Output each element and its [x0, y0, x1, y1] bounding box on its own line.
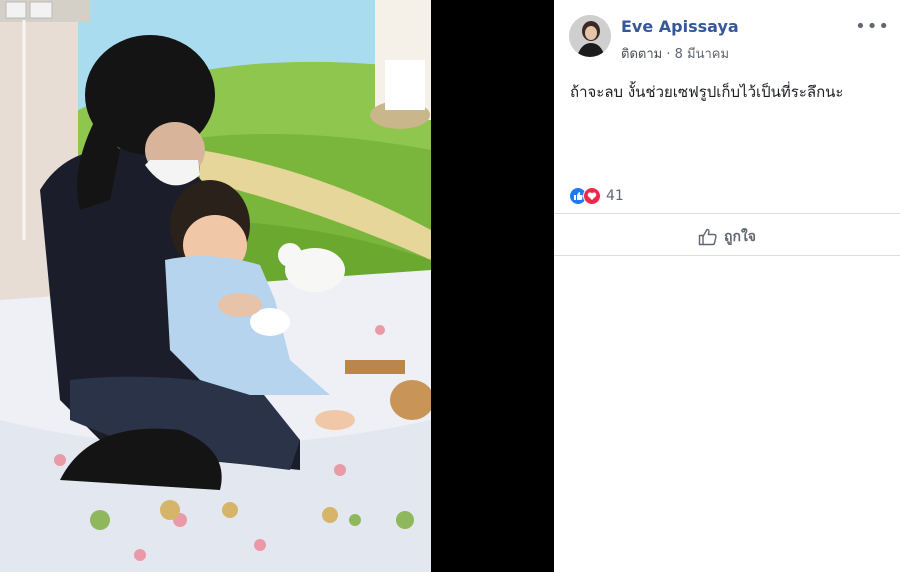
meta-separator: ·	[666, 47, 671, 62]
post-photo[interactable]	[0, 0, 431, 572]
reactions-summary[interactable]: 41	[569, 186, 624, 206]
divider-bottom	[554, 255, 900, 256]
lightbox-backdrop	[431, 0, 554, 572]
post-date[interactable]: 8 มีนาคม	[675, 47, 729, 62]
follow-link[interactable]: ติดตาม	[621, 47, 662, 62]
thumbs-up-icon	[698, 228, 717, 246]
avatar-image	[569, 15, 611, 57]
post-meta: ติดตาม · 8 มีนาคม	[621, 43, 729, 64]
divider-top	[554, 213, 900, 214]
more-options-icon[interactable]: •••	[855, 16, 890, 37]
author-name[interactable]: Eve Apissaya	[621, 17, 739, 36]
reaction-count: 41	[606, 188, 624, 204]
like-button-label: ถูกใจ	[724, 229, 756, 245]
like-button[interactable]: ถูกใจ	[554, 221, 900, 253]
post-panel: Eve Apissaya ติดตาม · 8 มีนาคม ••• ถ้าจะ…	[554, 0, 900, 572]
photo-illustration	[0, 0, 431, 572]
post-text: ถ้าจะลบ งั้นช่วยเซฟรูปเก็บไว้เป็นที่ระลึ…	[570, 83, 844, 101]
photo-viewer: Eve Apissaya ติดตาม · 8 มีนาคม ••• ถ้าจะ…	[0, 0, 900, 572]
author-avatar[interactable]	[569, 15, 611, 57]
love-icon	[583, 187, 601, 205]
